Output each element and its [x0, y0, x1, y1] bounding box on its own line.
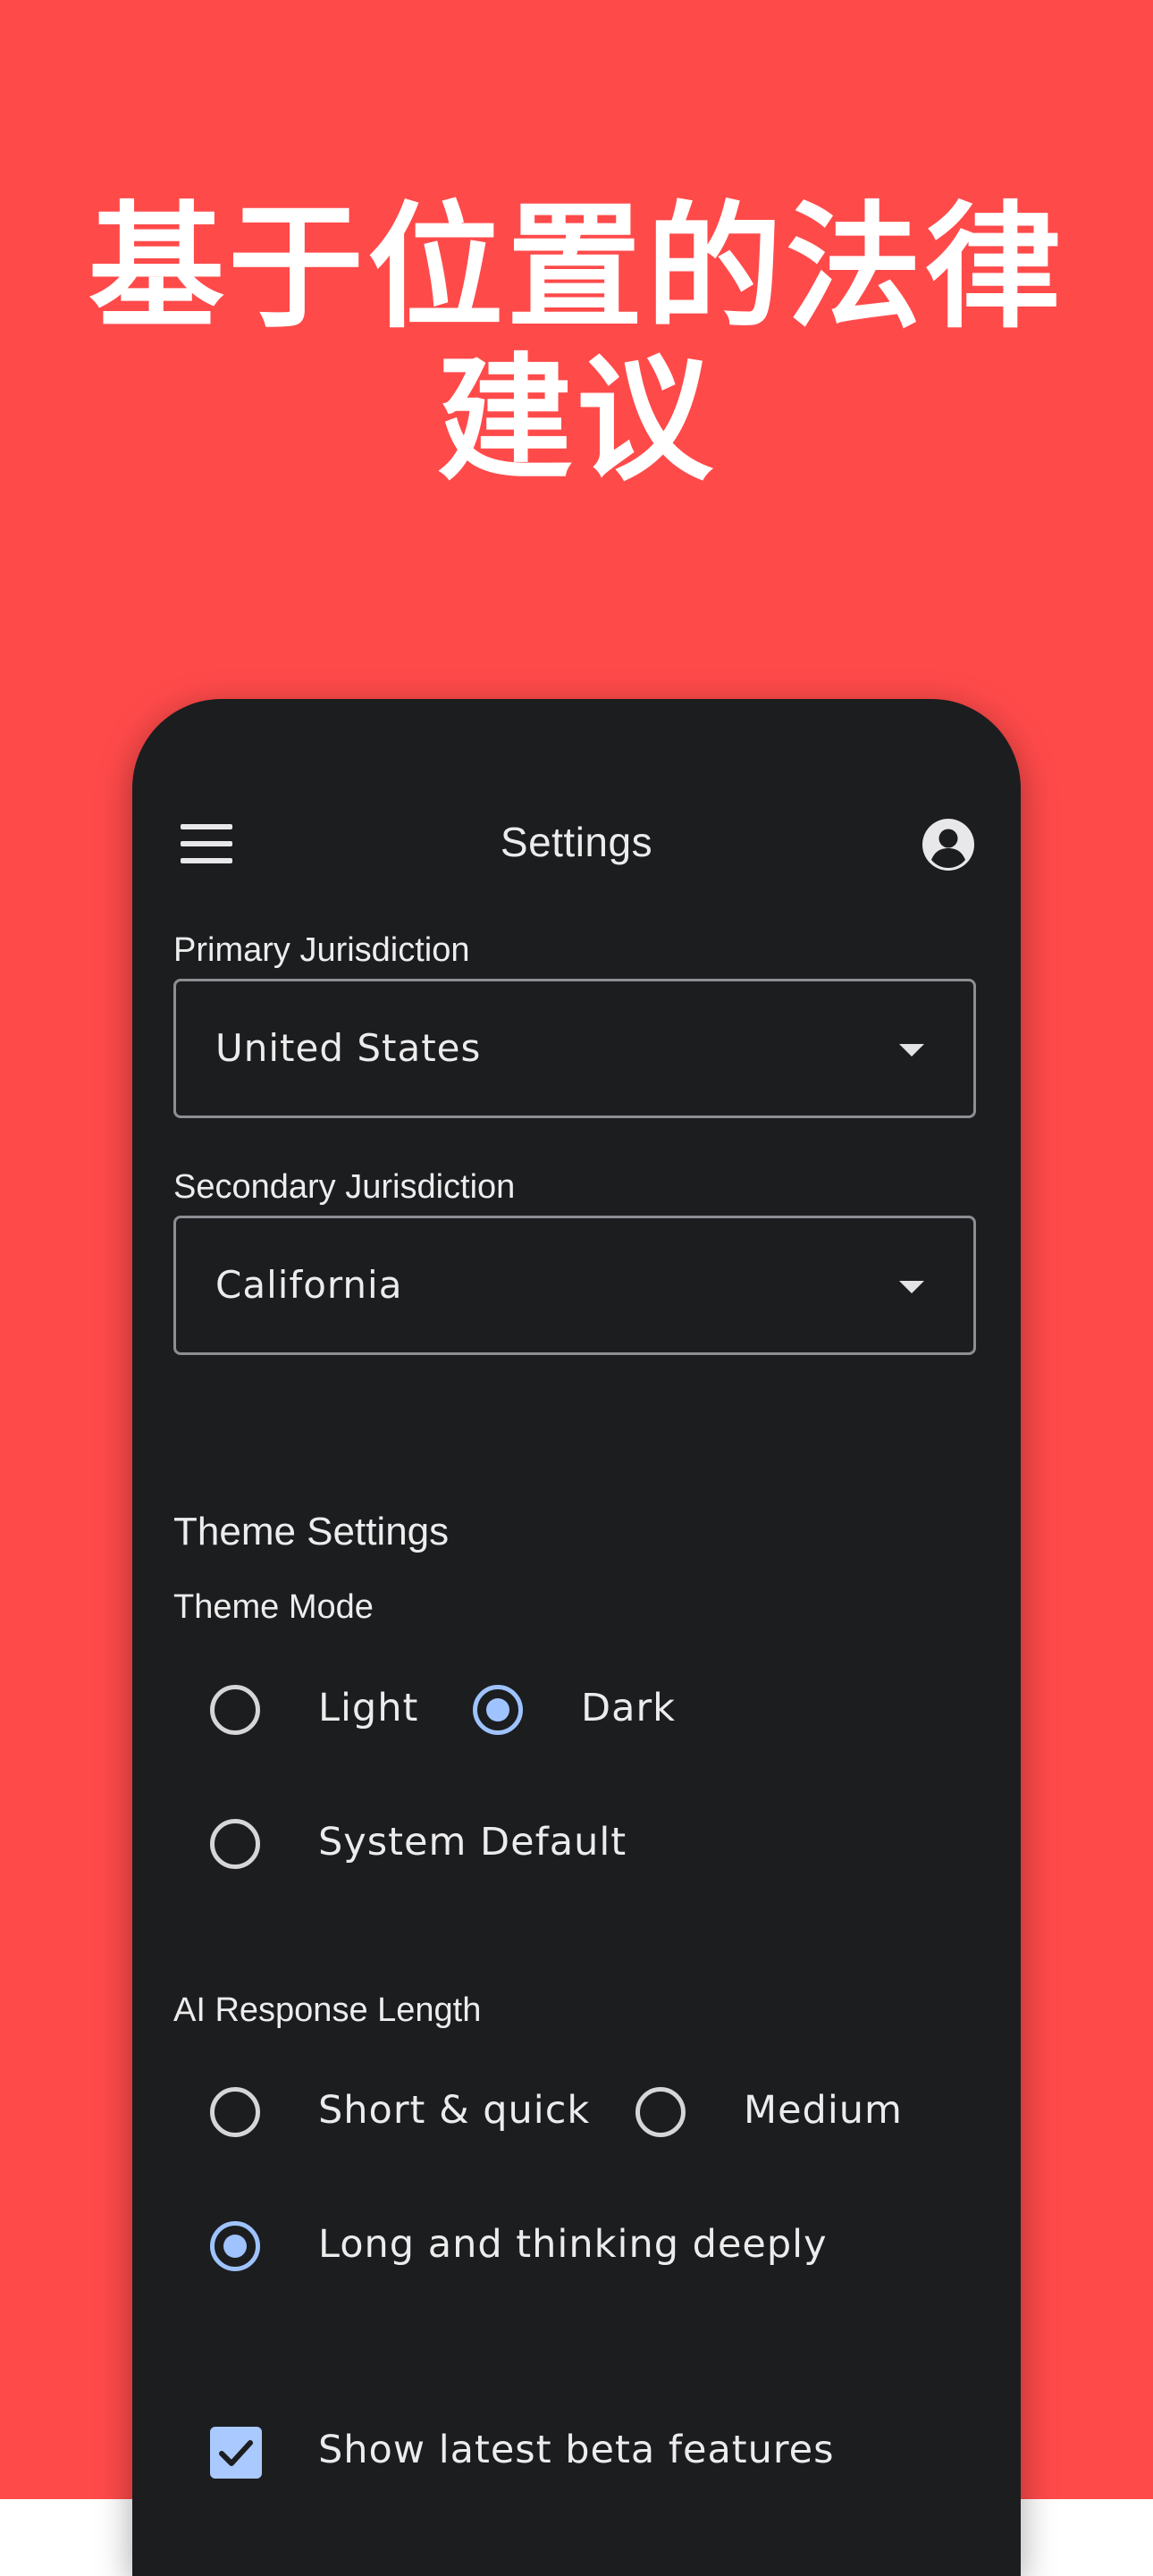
- headline-line-2: 建议: [437, 341, 716, 499]
- phone-screen: Settings Primary Jurisdiction United Sta…: [132, 699, 1021, 2576]
- response-medium-radio[interactable]: [635, 2087, 686, 2137]
- theme-mode-label: Theme Mode: [173, 1588, 374, 1626]
- headline-line-1: 基于位置的法律: [88, 189, 1065, 347]
- response-short-radio[interactable]: [210, 2087, 260, 2137]
- response-short-label[interactable]: Short & quick: [318, 2088, 590, 2133]
- theme-system-default-radio[interactable]: [210, 1819, 260, 1869]
- top-app-bar: Settings: [132, 699, 1021, 905]
- secondary-jurisdiction-label: Secondary Jurisdiction: [173, 1168, 516, 1206]
- response-long-radio[interactable]: [210, 2221, 260, 2271]
- beta-features-checkbox[interactable]: [210, 2427, 262, 2479]
- theme-dark-label[interactable]: Dark: [581, 1686, 676, 1730]
- primary-jurisdiction-select[interactable]: United States: [173, 979, 976, 1118]
- theme-system-default-label[interactable]: System Default: [318, 1820, 627, 1865]
- primary-jurisdiction-value: United States: [215, 1026, 482, 1070]
- page-title: Settings: [500, 819, 653, 865]
- ai-response-length-label: AI Response Length: [173, 1991, 482, 2029]
- primary-jurisdiction-label: Primary Jurisdiction: [173, 931, 470, 969]
- secondary-jurisdiction-select[interactable]: California: [173, 1216, 976, 1355]
- dropdown-arrow-icon: [899, 1044, 924, 1056]
- account-circle-icon[interactable]: [922, 818, 975, 871]
- theme-light-radio[interactable]: [210, 1685, 260, 1735]
- response-long-label[interactable]: Long and thinking deeply: [318, 2222, 828, 2267]
- secondary-jurisdiction-value: California: [215, 1263, 403, 1307]
- beta-features-label[interactable]: Show latest beta features: [318, 2428, 835, 2472]
- response-medium-label[interactable]: Medium: [744, 2088, 903, 2133]
- theme-settings-heading: Theme Settings: [173, 1510, 450, 1553]
- theme-light-label[interactable]: Light: [318, 1686, 418, 1730]
- dropdown-arrow-icon: [899, 1281, 924, 1293]
- theme-dark-radio[interactable]: [473, 1685, 523, 1735]
- promo-headline: 基于位置的法律 建议: [0, 192, 1153, 496]
